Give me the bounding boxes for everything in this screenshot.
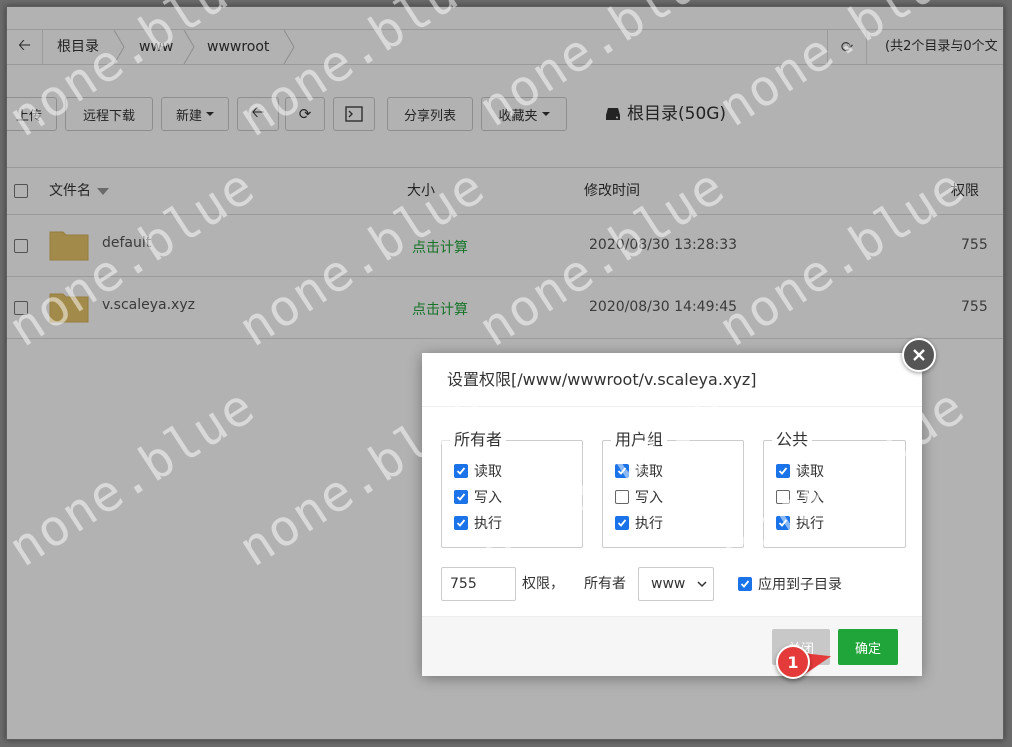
- check-icon[interactable]: [615, 516, 629, 530]
- dialog-title: 设置权限[/www/wwwroot/v.scaleya.xyz]: [422, 353, 922, 407]
- group-permissions: 用户组 读取 写入 执行: [602, 429, 744, 548]
- close-icon[interactable]: [902, 338, 936, 372]
- owner-select[interactable]: www: [638, 567, 714, 601]
- callout-marker: 1: [776, 645, 810, 681]
- public-write[interactable]: 写入: [776, 487, 824, 507]
- owner-permissions: 所有者 读取 写入 执行: [441, 429, 583, 548]
- public-permissions: 公共 读取 写入 执行: [763, 429, 906, 548]
- confirm-button[interactable]: 确定: [838, 629, 898, 665]
- chevron-down-icon: [697, 581, 707, 588]
- public-read[interactable]: 读取: [776, 461, 824, 481]
- group-write[interactable]: 写入: [615, 487, 663, 507]
- public-legend: 公共: [772, 429, 813, 451]
- unchecked-box-icon[interactable]: [776, 490, 790, 504]
- owner-write[interactable]: 写入: [454, 487, 502, 507]
- group-read[interactable]: 读取: [615, 461, 663, 481]
- check-icon[interactable]: [738, 577, 752, 591]
- apply-subdirectory-checkbox[interactable]: 应用到子目录: [738, 574, 842, 594]
- public-exec[interactable]: 执行: [776, 513, 824, 533]
- permission-label: 权限，: [522, 576, 564, 592]
- check-icon[interactable]: [454, 490, 468, 504]
- check-icon[interactable]: [454, 516, 468, 530]
- owner-legend: 所有者: [450, 429, 507, 451]
- permission-dialog: 设置权限[/www/wwwroot/v.scaleya.xyz] 所有者 读取 …: [422, 353, 922, 676]
- owner-exec[interactable]: 执行: [454, 513, 502, 533]
- callout-number: 1: [776, 645, 810, 679]
- unchecked-box-icon[interactable]: [615, 490, 629, 504]
- dialog-footer: 关闭 确定: [422, 616, 922, 676]
- owner-label: 所有者: [584, 576, 626, 592]
- group-exec[interactable]: 执行: [615, 513, 663, 533]
- permission-number-input[interactable]: 755: [441, 567, 516, 601]
- group-legend: 用户组: [611, 429, 668, 451]
- check-icon[interactable]: [776, 464, 790, 478]
- check-icon[interactable]: [776, 516, 790, 530]
- owner-read[interactable]: 读取: [454, 461, 502, 481]
- check-icon[interactable]: [454, 464, 468, 478]
- check-icon[interactable]: [615, 464, 629, 478]
